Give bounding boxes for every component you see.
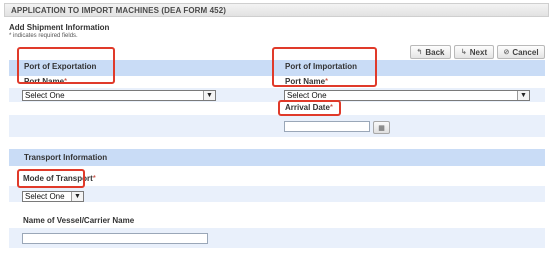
chevron-down-icon: ▼ <box>517 91 529 100</box>
next-button-label: Next <box>469 47 488 57</box>
cancel-circle-icon: ⊘ <box>503 49 510 56</box>
next-button[interactable]: ↳ Next <box>454 45 494 59</box>
page-title: APPLICATION TO IMPORT MACHINES (DEA FORM… <box>11 6 227 15</box>
page-title-bar: APPLICATION TO IMPORT MACHINES (DEA FORM… <box>4 3 549 17</box>
highlight-arrival-date <box>278 100 341 116</box>
arrival-date-band <box>9 115 545 137</box>
highlight-mode-of-transport <box>17 169 85 188</box>
mode-of-transport-select-value: Select One <box>25 192 65 201</box>
cancel-button[interactable]: ⊘ Cancel <box>497 45 545 59</box>
calendar-button[interactable]: ▦ <box>373 121 390 134</box>
highlight-port-of-importation <box>272 47 377 87</box>
required-fields-note: * indicates required fields. <box>9 33 78 39</box>
vessel-name-input[interactable] <box>22 233 208 244</box>
mode-select-band <box>9 186 545 202</box>
calendar-icon: ▦ <box>378 124 385 132</box>
cancel-button-label: Cancel <box>512 47 539 57</box>
export-port-select[interactable]: Select One ▼ <box>22 90 216 101</box>
arrival-date-input[interactable] <box>284 121 370 132</box>
forward-arrow-icon: ↳ <box>460 49 467 56</box>
vessel-name-label: Name of Vessel/Carrier Name <box>23 216 135 225</box>
back-button-label: Back <box>425 47 445 57</box>
transport-section-label: Transport Information <box>24 153 108 162</box>
highlight-port-of-exportation <box>17 47 115 84</box>
export-port-select-value: Select One <box>25 91 65 100</box>
form-heading: Add Shipment Information <box>9 23 110 32</box>
chevron-down-icon: ▼ <box>71 192 83 201</box>
import-port-select-value: Select One <box>287 91 327 100</box>
chevron-down-icon: ▼ <box>203 91 215 100</box>
back-arrow-icon: ↰ <box>416 49 423 56</box>
mode-of-transport-select[interactable]: Select One ▼ <box>22 191 84 202</box>
back-button[interactable]: ↰ Back <box>410 45 451 59</box>
